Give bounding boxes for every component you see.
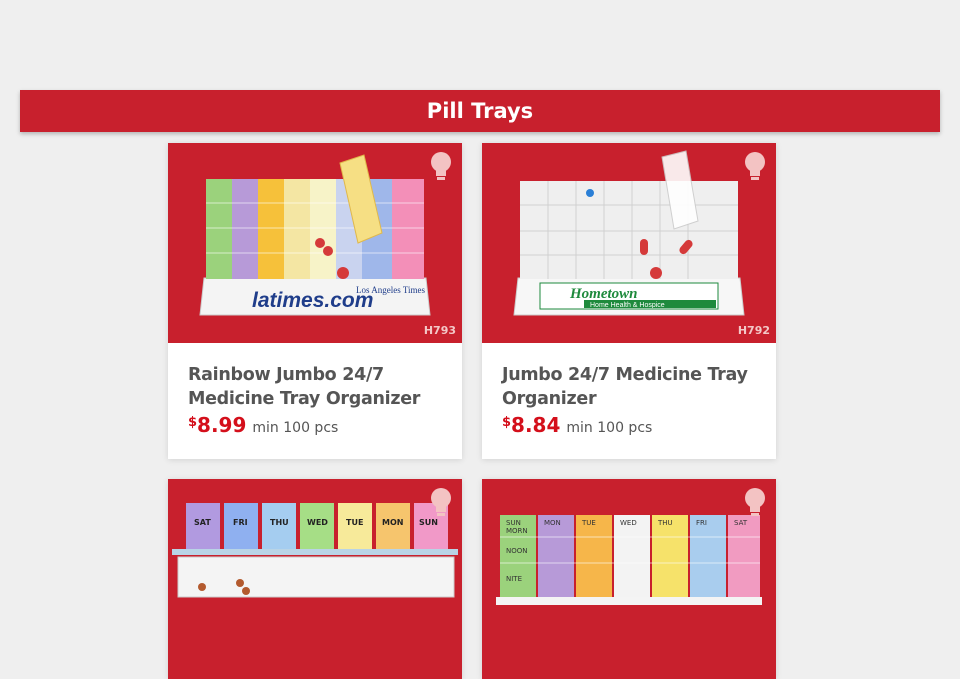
lid-day: FRI bbox=[696, 519, 707, 527]
product-card-h792[interactable]: Hometown Home Health & Hospice H792 Jumb… bbox=[482, 143, 776, 459]
lid-day: SUN bbox=[506, 519, 521, 527]
lightbulb-icon[interactable] bbox=[744, 487, 766, 519]
lid-day: WED bbox=[620, 519, 637, 527]
row-label: NOON bbox=[506, 547, 528, 555]
lid-day: MON bbox=[382, 518, 403, 527]
pill-tray-image: SAT FRI THU WED TUE MON SUN bbox=[172, 503, 458, 598]
product-price: 8.84 bbox=[511, 413, 561, 437]
lid-day: THU bbox=[270, 518, 289, 527]
min-quantity: min 100 pcs bbox=[252, 420, 339, 436]
category-banner: Pill Trays bbox=[20, 90, 940, 132]
product-image[interactable]: Hometown Home Health & Hospice H792 bbox=[482, 143, 776, 343]
currency-symbol: $ bbox=[502, 415, 512, 430]
product-title[interactable]: Rainbow Jumbo 24/7 Medicine Tray Organiz… bbox=[188, 363, 442, 411]
product-image[interactable]: Los Angeles Times latimes.com H793 bbox=[168, 143, 462, 343]
lid-day: TUE bbox=[346, 518, 363, 527]
page-title: Pill Trays bbox=[426, 99, 534, 123]
imprint-logo: Hometown bbox=[569, 286, 638, 302]
lid-day: FRI bbox=[233, 518, 248, 527]
product-code: H793 bbox=[423, 324, 456, 337]
row-label: NITE bbox=[506, 575, 522, 583]
pill-tray-image: Los Angeles Times latimes.com bbox=[199, 154, 431, 316]
column-stack bbox=[500, 515, 760, 599]
product-title[interactable]: Jumbo 24/7 Medicine Tray Organizer bbox=[502, 363, 756, 411]
lid-day: SAT bbox=[194, 518, 211, 527]
lid-day: WED bbox=[307, 518, 328, 527]
currency-symbol: $ bbox=[188, 415, 198, 430]
lid-day: SAT bbox=[734, 519, 748, 527]
product-card-3[interactable]: SAT FRI THU WED TUE MON SUN bbox=[168, 479, 462, 679]
pill-tray-image: Hometown Home Health & Hospice bbox=[513, 150, 745, 316]
product-card-4[interactable]: SUN MON TUE WED THU FRI SAT MORN NOON NI… bbox=[482, 479, 776, 679]
product-card-h793[interactable]: Los Angeles Times latimes.com H793 Rainb… bbox=[168, 143, 462, 459]
price-row: $ 8.99 min 100 pcs bbox=[188, 413, 442, 437]
lid-day: SUN bbox=[419, 518, 438, 527]
row-label: MORN bbox=[506, 527, 528, 535]
lightbulb-icon[interactable] bbox=[430, 487, 452, 519]
lid-day: MON bbox=[544, 519, 561, 527]
imprint-logo: latimes.com bbox=[252, 289, 373, 312]
product-code: H792 bbox=[737, 324, 770, 337]
product-image[interactable]: SUN MON TUE WED THU FRI SAT MORN NOON NI… bbox=[482, 479, 776, 679]
imprint-sub: Home Health & Hospice bbox=[590, 302, 665, 309]
lid-day: TUE bbox=[581, 519, 596, 527]
compartment-grid bbox=[206, 179, 424, 279]
product-price: 8.99 bbox=[197, 413, 247, 437]
min-quantity: min 100 pcs bbox=[566, 420, 653, 436]
compartment-grid bbox=[520, 181, 738, 279]
lightbulb-icon[interactable] bbox=[430, 151, 452, 183]
price-row: $ 8.84 min 100 pcs bbox=[502, 413, 756, 437]
lightbulb-icon[interactable] bbox=[744, 151, 766, 183]
lid-day: THU bbox=[657, 519, 673, 527]
product-image[interactable]: SAT FRI THU WED TUE MON SUN bbox=[168, 479, 462, 679]
pill-tray-image: SUN MON TUE WED THU FRI SAT MORN NOON NI… bbox=[496, 515, 762, 605]
